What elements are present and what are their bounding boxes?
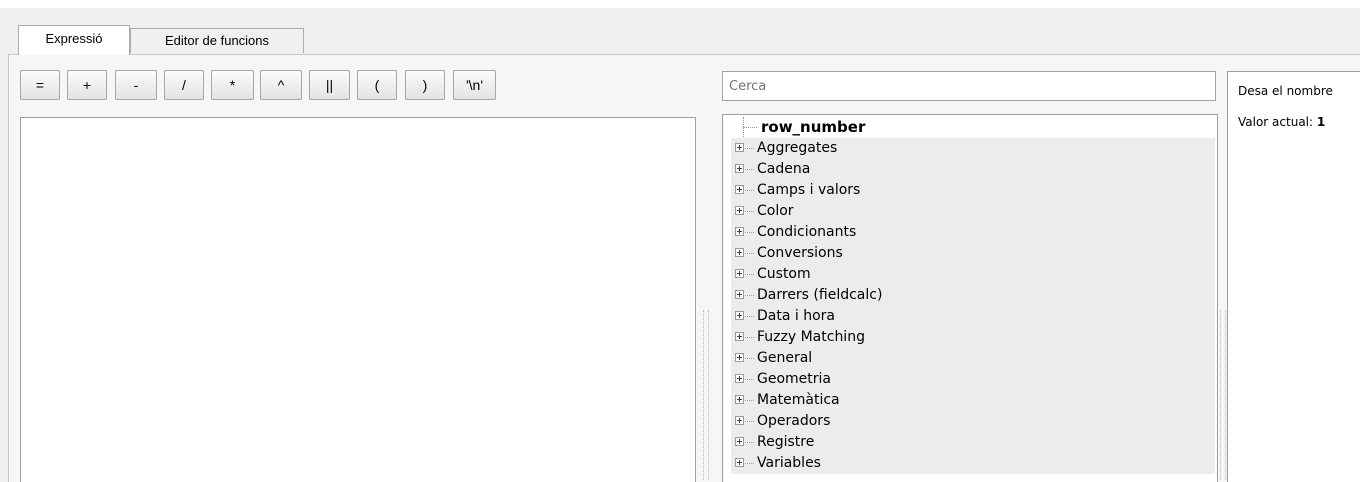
- operator-close-paren-button[interactable]: ): [405, 70, 445, 100]
- expand-plus-icon[interactable]: [735, 353, 744, 362]
- expand-plus-icon[interactable]: [735, 248, 744, 257]
- tree-item-label: Custom: [757, 266, 811, 282]
- operator-divide-button[interactable]: /: [164, 70, 204, 100]
- tree-connector: [745, 421, 754, 422]
- top-border: [0, 0, 1360, 8]
- tree-group-fuzzy-matching[interactable]: Fuzzy Matching: [731, 327, 1215, 348]
- tree-connector: [745, 190, 754, 191]
- tree-group-general[interactable]: General: [731, 348, 1215, 369]
- operator-concat-button[interactable]: ||: [309, 70, 350, 100]
- tree-connector: [745, 463, 754, 464]
- current-value: 1: [1316, 115, 1326, 129]
- tree-connector: [745, 337, 754, 338]
- expand-plus-icon[interactable]: [735, 290, 744, 299]
- expand-plus-icon[interactable]: [735, 437, 744, 446]
- tree-item-label: Darrers (fieldcalc): [757, 287, 883, 303]
- expand-plus-icon[interactable]: [735, 269, 744, 278]
- tree-group-custom[interactable]: Custom: [731, 264, 1215, 285]
- operator-newline-button[interactable]: '\n': [453, 70, 496, 100]
- help-description: Desa el nombre: [1238, 84, 1333, 98]
- expand-plus-icon[interactable]: [735, 206, 744, 215]
- tree-connector: [745, 295, 754, 296]
- expand-plus-icon[interactable]: [735, 374, 744, 383]
- expand-plus-icon[interactable]: [735, 311, 744, 320]
- tree-connector: [745, 274, 754, 275]
- tab-editor-de-funcions[interactable]: Editor de funcions: [130, 28, 304, 53]
- tree-item-label: General: [757, 350, 813, 366]
- tree-item-label: Condicionants: [757, 224, 857, 240]
- tree-item-selected[interactable]: row_number: [731, 117, 1215, 138]
- tree-connector: [745, 211, 754, 212]
- tree-item-label: Data i hora: [757, 308, 835, 324]
- tab-expressio[interactable]: Expressió: [18, 25, 130, 55]
- help-panel: Desa el nombre Valor actual: 1: [1227, 71, 1360, 482]
- tree-item-label: Variables: [757, 455, 821, 471]
- current-value-line: Valor actual: 1: [1238, 115, 1360, 129]
- expand-plus-icon[interactable]: [735, 395, 744, 404]
- tree-item-label: Color: [757, 203, 794, 219]
- tree-group-variables[interactable]: Variables: [731, 453, 1215, 474]
- operator-power-button[interactable]: ^: [260, 70, 302, 100]
- operator-multiply-button[interactable]: *: [211, 70, 254, 100]
- tree-group-cadena[interactable]: Cadena: [731, 159, 1215, 180]
- tree-group-darrers[interactable]: Darrers (fieldcalc): [731, 285, 1215, 306]
- tree-group-operadors[interactable]: Operadors: [731, 411, 1215, 432]
- tree-item-label: Matemàtica: [757, 392, 840, 408]
- tree-connector: [745, 232, 754, 233]
- tree-group-data-i-hora[interactable]: Data i hora: [731, 306, 1215, 327]
- tree-connector: [745, 253, 754, 254]
- tree-item-label: Registre: [757, 434, 815, 450]
- tree-group-color[interactable]: Color: [731, 201, 1215, 222]
- tree-connector: [743, 127, 757, 128]
- expand-plus-icon[interactable]: [735, 458, 744, 467]
- expand-plus-icon[interactable]: [735, 185, 744, 194]
- tree-item-label: Cadena: [757, 161, 811, 177]
- expand-plus-icon[interactable]: [735, 332, 744, 341]
- splitter-handle-left[interactable]: [703, 310, 709, 480]
- expand-plus-icon[interactable]: [735, 143, 744, 152]
- tree-group-aggregates[interactable]: Aggregates: [731, 138, 1215, 159]
- expression-editor[interactable]: [20, 117, 696, 482]
- tree-item-label: row_number: [761, 118, 866, 136]
- operator-plus-button[interactable]: +: [67, 70, 107, 100]
- tree-connector: [745, 316, 754, 317]
- expand-plus-icon[interactable]: [735, 227, 744, 236]
- search-input[interactable]: [722, 71, 1216, 101]
- tree-connector: [745, 358, 754, 359]
- tree-item-label: Aggregates: [757, 140, 838, 156]
- tree-item-label: Operadors: [757, 413, 831, 429]
- tree-connector: [745, 379, 754, 380]
- tree-item-label: Camps i valors: [757, 182, 861, 198]
- tree-connector: [745, 442, 754, 443]
- current-value-label: Valor actual:: [1238, 115, 1314, 129]
- expand-plus-icon[interactable]: [735, 416, 744, 425]
- expression-dialog: Expressió Editor de funcions = + - / * ^…: [0, 0, 1360, 482]
- splitter-handle-right[interactable]: [1220, 310, 1226, 480]
- tree-connector: [745, 169, 754, 170]
- function-tree: row_number Aggregates Cadena Camps i val…: [722, 114, 1218, 482]
- tree-item-label: Fuzzy Matching: [757, 329, 865, 345]
- tree-group-matematica[interactable]: Matemàtica: [731, 390, 1215, 411]
- tree-connector: [745, 148, 754, 149]
- operator-equals-button[interactable]: =: [20, 70, 60, 100]
- tree-group-registre[interactable]: Registre: [731, 432, 1215, 453]
- expand-plus-icon[interactable]: [735, 164, 744, 173]
- tree-group-condicionants[interactable]: Condicionants: [731, 222, 1215, 243]
- operator-minus-button[interactable]: -: [115, 70, 157, 100]
- tree-connector: [745, 400, 754, 401]
- tree-group-geometria[interactable]: Geometria: [731, 369, 1215, 390]
- tree-item-label: Geometria: [757, 371, 831, 387]
- operator-open-paren-button[interactable]: (: [357, 70, 397, 100]
- tree-item-label: Conversions: [757, 245, 843, 261]
- tree-group-camps-i-valors[interactable]: Camps i valors: [731, 180, 1215, 201]
- tree-group-conversions[interactable]: Conversions: [731, 243, 1215, 264]
